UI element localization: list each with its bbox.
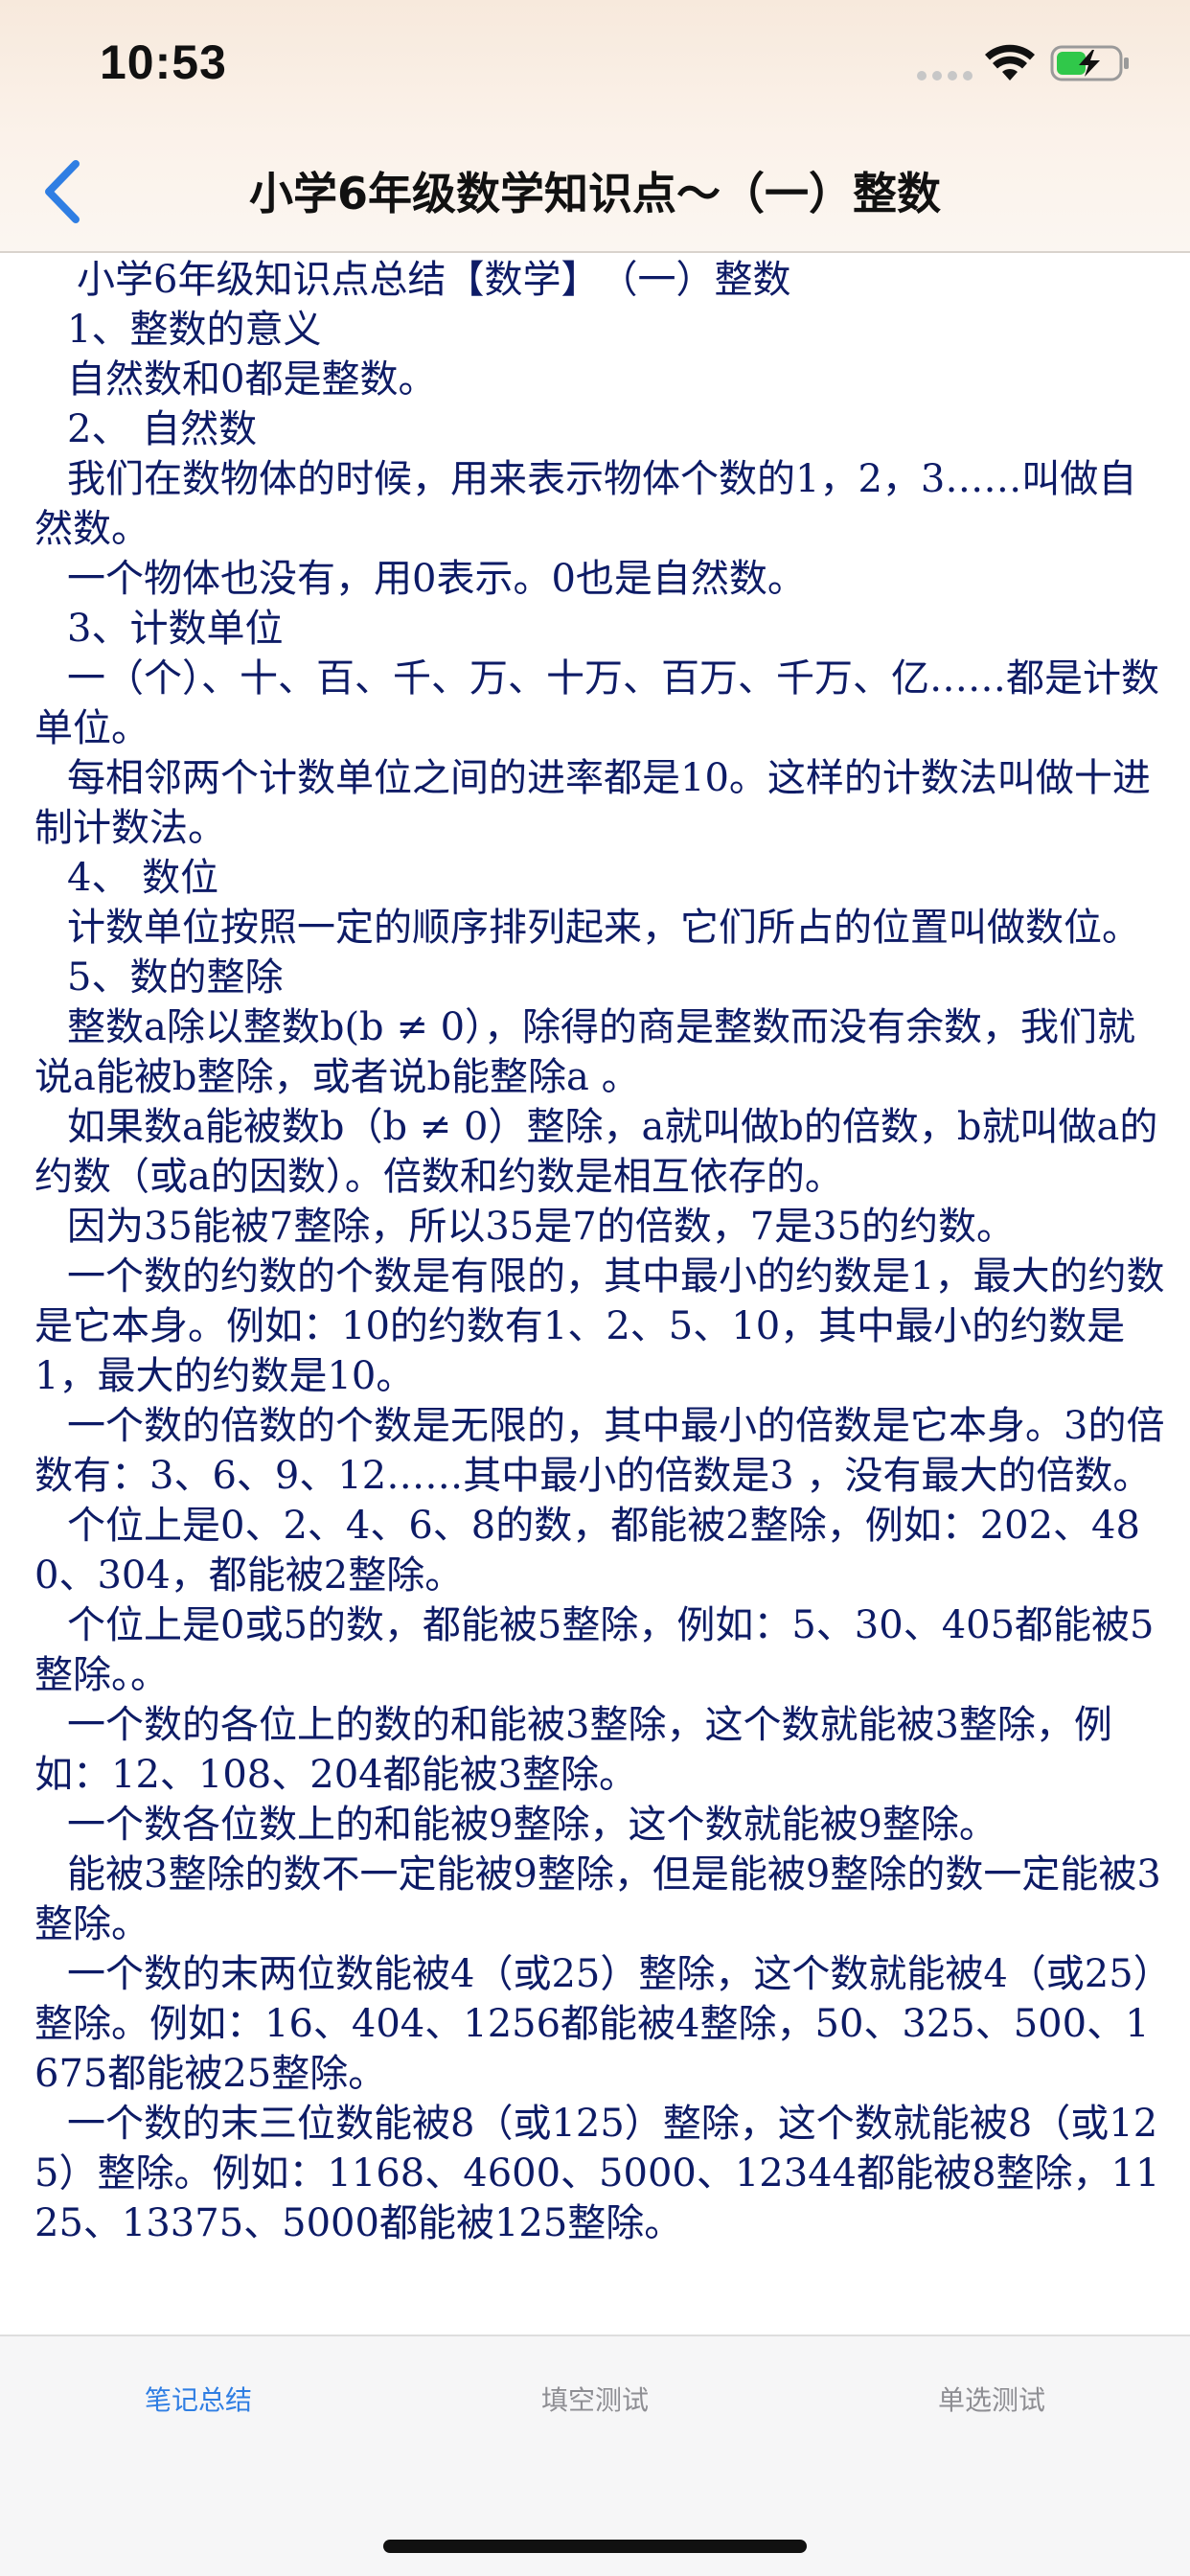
article-paragraph: 因为35能被7整除，所以35是7的倍数，7是35的约数。	[67, 1205, 1016, 1249]
article-content[interactable]: 小学6年级知识点总结【数学】 （一）整数 1、整数的意义 自然数和0都是整数。 …	[0, 255, 1190, 2333]
article-paragraph: 能被3整除的数不一定能被9整除，但是能被9整除的数一定能被3整除。	[34, 1852, 1161, 1946]
section-heading: 5、数的整除	[67, 955, 284, 1000]
article-paragraph: 一个数的末三位数能被8（或125）整除，这个数就能被8（或125）整除。例如：1…	[34, 2102, 1160, 2245]
app-screen: 10:53 小学6年级数学知识点～（一）整数 小学6年级知识点总结【数学】 （一…	[0, 0, 1190, 2576]
section-heading: 1、整数的意义	[67, 308, 322, 352]
article-paragraph: 计数单位按照一定的顺序排列起来，它们所占的位置叫做数位。	[67, 906, 1140, 950]
back-button[interactable]	[29, 151, 96, 232]
battery-charging-icon	[1050, 45, 1129, 81]
article-paragraph: 每相邻两个计数单位之间的进率都是10。这样的计数法叫做十进制计数法。	[34, 756, 1151, 850]
header: 10:53 小学6年级数学知识点～（一）整数	[0, 0, 1190, 253]
article-paragraph: 一个数的末两位数能被4（或25）整除，这个数就能被4（或25）整除。例如：16、…	[34, 1952, 1153, 2096]
article-paragraph: 一个数的倍数的个数是无限的，其中最小的倍数是它本身。3的倍数有：3、6、9、12…	[34, 1404, 1165, 1498]
article-paragraph: 我们在数物体的时候，用来表示物体个数的1，2，3……叫做自然数。	[34, 457, 1137, 551]
article-paragraph: 个位上是0、2、4、6、8的数，都能被2整除，例如：202、480、304，都能…	[34, 1504, 1140, 1598]
tab-fill-blank-test[interactable]: 填空测试	[397, 2336, 793, 2461]
nav-bar: 小学6年级数学知识点～（一）整数	[0, 134, 1190, 253]
article-paragraph: 如果数a能被数b（b ≠ 0）整除，a就叫做b的倍数，b就叫做a的约数（或a的因…	[34, 1105, 1158, 1199]
section-heading: 4、 数位	[67, 856, 219, 900]
section-heading: 2、 自然数	[67, 407, 258, 451]
article-paragraph: 自然数和0都是整数。	[67, 357, 437, 402]
wifi-icon	[985, 44, 1035, 80]
signal-icon	[917, 71, 973, 80]
home-indicator[interactable]	[383, 2540, 807, 2553]
article-heading: 小学6年级知识点总结【数学】 （一）整数	[77, 258, 791, 302]
article-paragraph: 一（个）、十、百、千、万、十万、百万、千万、亿……都是计数单位。	[34, 656, 1159, 750]
section-heading: 3、计数单位	[67, 607, 284, 651]
article-paragraph: 一个物体也没有，用0表示。0也是自然数。	[67, 557, 806, 601]
chevron-left-icon	[45, 160, 80, 223]
tab-notes-summary[interactable]: 笔记总结	[0, 2336, 397, 2461]
status-time: 10:53	[100, 35, 227, 89]
article-paragraph: 一个数的约数的个数是有限的，其中最小的约数是1，最大的约数是它本身。例如：10的…	[34, 1254, 1165, 1398]
tab-single-choice-test[interactable]: 单选测试	[793, 2336, 1190, 2461]
article-paragraph: 一个数各位数上的和能被9整除，这个数就能被9整除。	[67, 1803, 997, 1847]
article-paragraph: 个位上是0或5的数，都能被5整除，例如：5、30、405都能被5整除。。	[34, 1603, 1155, 1697]
article-paragraph: 整数a除以整数b(b ≠ 0），除得的商是整数而没有余数，我们就说a能被b整除，…	[34, 1005, 1136, 1099]
page-title: 小学6年级数学知识点～（一）整数	[248, 168, 941, 219]
status-bar: 10:53	[0, 0, 1190, 134]
article-paragraph: 一个数的各位上的数的和能被3整除，这个数就能被3整除，例如：12、108、204…	[34, 1703, 1112, 1797]
